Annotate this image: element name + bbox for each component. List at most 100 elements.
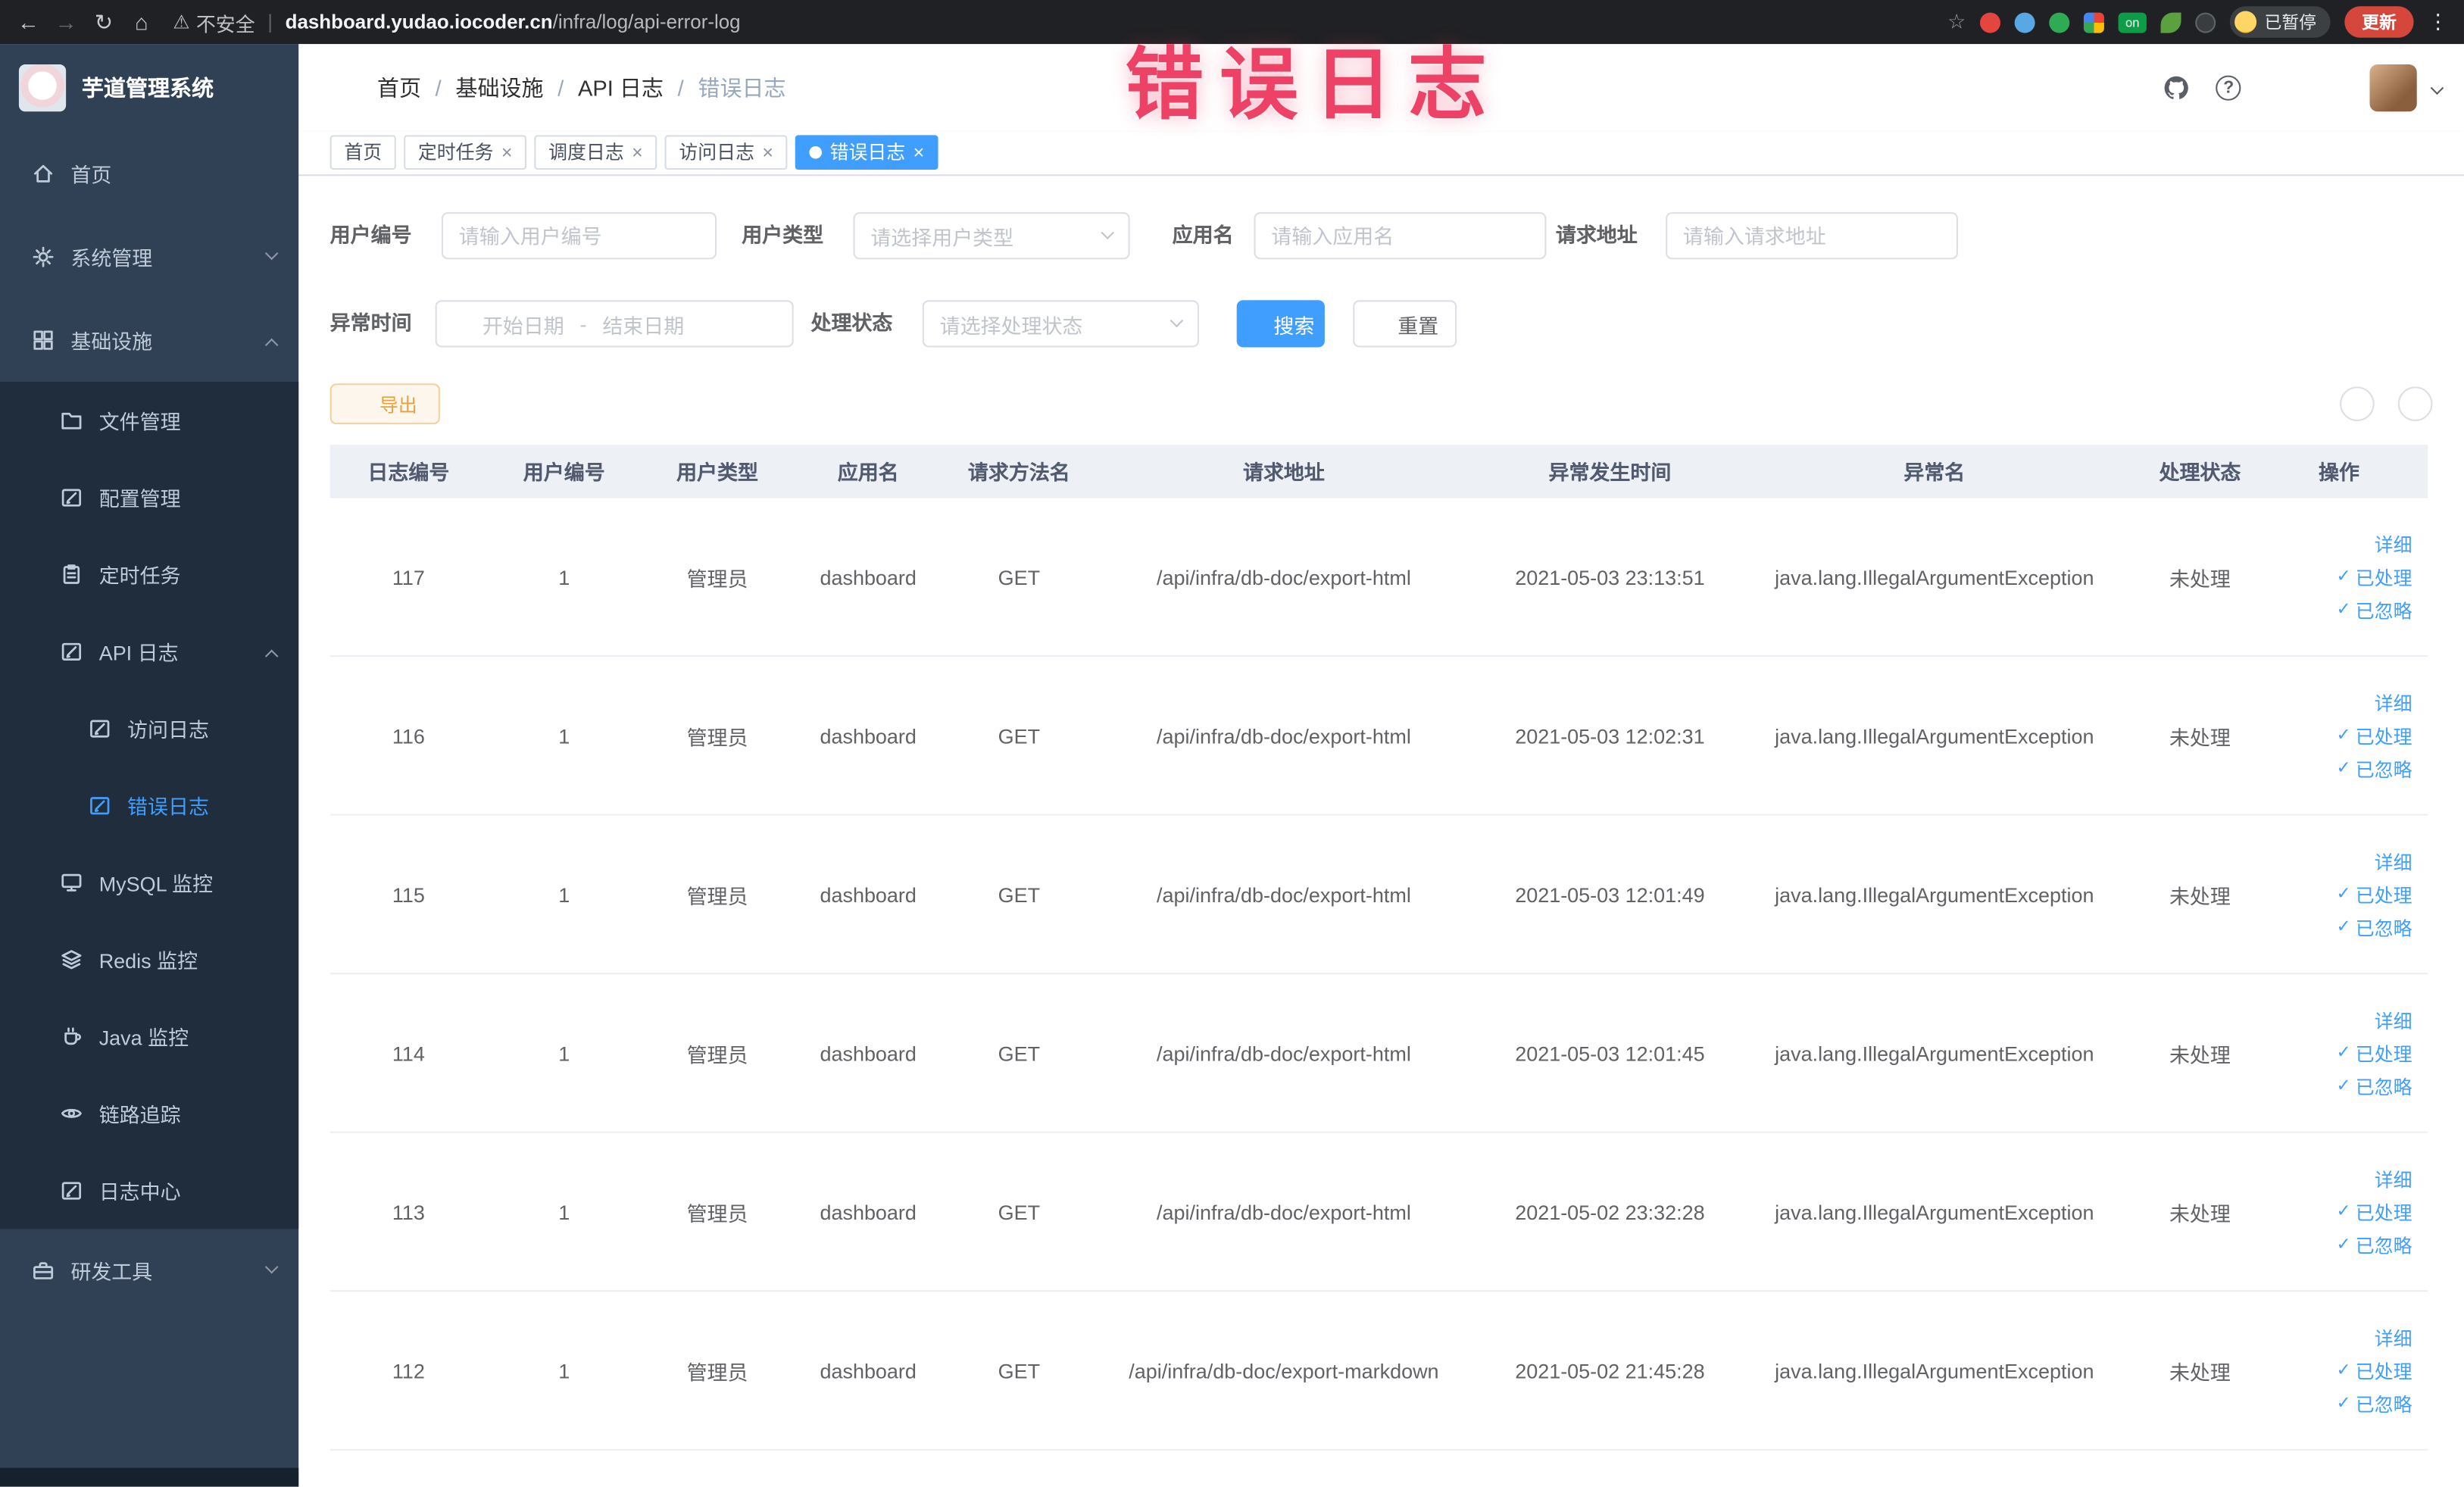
filter-user-id-input[interactable] xyxy=(441,212,717,260)
cell-status: 未处理 xyxy=(2169,566,2231,591)
action-processed-link[interactable]: ✓ 已处理 xyxy=(2336,722,2412,748)
sidebar-item-redis-monitor[interactable]: Redis 监控 xyxy=(0,920,299,998)
cell-exception-time: 2021-05-02 23:32:28 xyxy=(1515,1199,1705,1224)
browser-forward-button[interactable]: → xyxy=(47,9,85,34)
table-row: 117 1 管理员 dashboard GET /api/infra/db-do… xyxy=(329,498,2428,658)
action-processed-link[interactable]: ✓ 已处理 xyxy=(2336,1357,2412,1383)
close-icon[interactable]: × xyxy=(762,142,773,161)
security-warning-icon: ⚠ xyxy=(173,11,190,33)
close-icon[interactable]: × xyxy=(501,142,513,161)
close-icon[interactable]: × xyxy=(632,142,643,161)
user-avatar[interactable] xyxy=(2369,64,2418,112)
action-processed-link[interactable]: ✓ 已处理 xyxy=(2336,1039,2412,1066)
breadcrumb-home[interactable]: 首页 xyxy=(377,72,421,103)
toolbox-icon xyxy=(31,1259,55,1282)
extension-icon-blue[interactable] xyxy=(2014,11,2035,33)
security-label[interactable]: 不安全 xyxy=(196,7,255,36)
toolbar-search-toggle-button[interactable] xyxy=(2340,386,2375,421)
sidebar-collapse-icon[interactable] xyxy=(323,72,354,103)
action-ignored-link[interactable]: ✓ 已忽略 xyxy=(2336,914,2412,940)
chevron-up-icon xyxy=(265,338,279,351)
gear-icon xyxy=(31,245,55,269)
sidebar-item-tracing[interactable]: 链路追踪 xyxy=(0,1075,299,1152)
help-icon[interactable]: ? xyxy=(2216,75,2241,101)
action-detail-link[interactable]: 详细 xyxy=(2351,1007,2412,1033)
sidebar-item-home[interactable]: 首页 xyxy=(0,132,298,215)
action-processed-link[interactable]: ✓ 已处理 xyxy=(2336,1198,2412,1225)
sidebar-item-api-logs[interactable]: API 日志 xyxy=(0,613,299,690)
coffee-icon xyxy=(60,1025,83,1048)
sidebar-item-access-log[interactable]: 访问日志 xyxy=(0,689,299,767)
sidebar-item-system[interactable]: 系统管理 xyxy=(0,215,298,298)
sidebar-item-log-center[interactable]: 日志中心 xyxy=(0,1151,299,1229)
tab-error-log[interactable]: 错误日志 × xyxy=(795,134,938,170)
check-icon: ✓ xyxy=(2336,1201,2351,1220)
sidebar-item-dev-tools[interactable]: 研发工具 xyxy=(0,1229,298,1312)
tab-scheduled-jobs[interactable]: 定时任务 × xyxy=(404,134,527,170)
font-size-icon[interactable] xyxy=(2318,75,2344,102)
toolbar-refresh-button[interactable] xyxy=(2397,386,2433,421)
breadcrumb-api-logs[interactable]: API 日志 xyxy=(578,72,664,103)
sidebar-item-file-manage[interactable]: 文件管理 xyxy=(0,382,299,459)
action-detail-link[interactable]: 详细 xyxy=(2351,1165,2412,1192)
cell-actions: 详细 ✓ 已处理 ✓ 已忽略 xyxy=(2278,498,2428,655)
extension-icon-red[interactable] xyxy=(1979,11,2000,33)
cell-method: GET xyxy=(998,723,1041,748)
filter-user-type-select[interactable]: 请选择用户类型 xyxy=(853,212,1130,260)
sidebar-item-java-monitor[interactable]: Java 监控 xyxy=(0,998,299,1076)
bookmark-star-icon[interactable]: ☆ xyxy=(1947,9,1966,34)
filter-status-select[interactable]: 请选择处理状态 xyxy=(922,300,1199,348)
action-detail-link[interactable]: 详细 xyxy=(2351,1324,2412,1351)
check-icon: ✓ xyxy=(2336,725,2351,745)
browser-back-button[interactable]: ← xyxy=(9,9,47,34)
action-detail-link[interactable]: 详细 xyxy=(2351,689,2412,716)
action-ignored-link[interactable]: ✓ 已忽略 xyxy=(2336,755,2412,782)
cell-app-name: dashboard xyxy=(820,882,917,907)
extension-icon-paw[interactable] xyxy=(2195,11,2216,33)
close-icon[interactable]: × xyxy=(913,142,925,161)
filter-date-range-input[interactable]: 开始日期 - 结束日期 xyxy=(435,300,794,348)
action-ignored-link[interactable]: ✓ 已忽略 xyxy=(2336,1231,2412,1257)
sidebar-item-mysql-monitor[interactable]: MySQL 监控 xyxy=(0,844,299,921)
tab-dispatch-log[interactable]: 调度日志 × xyxy=(534,134,657,170)
search-icon xyxy=(2348,395,2366,413)
address-bar[interactable]: dashboard.yudao.iocoder.cn/infra/log/api… xyxy=(286,11,741,33)
sidebar-item-infrastructure[interactable]: 基础设施 xyxy=(0,298,298,382)
search-icon[interactable] xyxy=(2111,75,2138,102)
extension-icon-puzzle[interactable] xyxy=(2083,11,2104,33)
action-detail-link[interactable]: 详细 xyxy=(2351,848,2412,874)
browser-reload-button[interactable]: ↻ xyxy=(85,8,123,35)
action-processed-link[interactable]: ✓ 已处理 xyxy=(2336,564,2412,590)
filter-request-url-input[interactable] xyxy=(1666,212,1958,260)
extension-icon-on-badge[interactable]: on xyxy=(2118,11,2147,33)
tab-access-log[interactable]: 访问日志 × xyxy=(664,134,788,170)
action-ignored-link[interactable]: ✓ 已忽略 xyxy=(2336,1390,2412,1417)
action-ignored-link[interactable]: ✓ 已忽略 xyxy=(2336,1073,2412,1099)
tab-home[interactable]: 首页 xyxy=(329,134,396,170)
profile-paused-badge[interactable]: 已暂停 xyxy=(2229,6,2331,38)
cell-user-id: 1 xyxy=(558,1199,570,1224)
github-icon[interactable] xyxy=(2163,74,2191,102)
sidebar-bottom-bar xyxy=(0,1468,299,1487)
search-button[interactable]: 搜索 xyxy=(1236,300,1325,348)
avatar-caret-icon[interactable] xyxy=(2431,81,2444,95)
chevron-down-icon xyxy=(1101,226,1115,239)
table-header-row: 日志编号 用户编号 用户类型 应用名 请求方法名 请求地址 异常发生时间 异常名… xyxy=(329,445,2428,498)
fullscreen-icon[interactable] xyxy=(2266,75,2293,102)
sidebar-item-scheduled-jobs[interactable]: 定时任务 xyxy=(0,536,299,614)
col-user-type: 用户类型 xyxy=(676,460,758,484)
action-detail-link[interactable]: 详细 xyxy=(2351,530,2412,557)
reset-button[interactable]: 重置 xyxy=(1353,300,1457,348)
export-button[interactable]: 导出 xyxy=(329,383,440,425)
extension-icon-leaf[interactable] xyxy=(2160,11,2181,33)
action-ignored-link[interactable]: ✓ 已忽略 xyxy=(2336,596,2412,623)
browser-menu-icon[interactable]: ⋮ xyxy=(2428,9,2448,34)
filter-app-name-input[interactable] xyxy=(1254,212,1547,260)
sidebar-item-error-log[interactable]: 错误日志 xyxy=(0,767,299,845)
browser-update-button[interactable]: 更新 xyxy=(2344,6,2414,38)
sidebar-item-config-manage[interactable]: 配置管理 xyxy=(0,458,299,536)
action-processed-link[interactable]: ✓ 已处理 xyxy=(2336,881,2412,908)
extension-icon-green[interactable] xyxy=(2049,11,2070,33)
breadcrumb-infrastructure[interactable]: 基础设施 xyxy=(455,72,543,103)
browser-home-button[interactable]: ⌂ xyxy=(123,9,161,34)
